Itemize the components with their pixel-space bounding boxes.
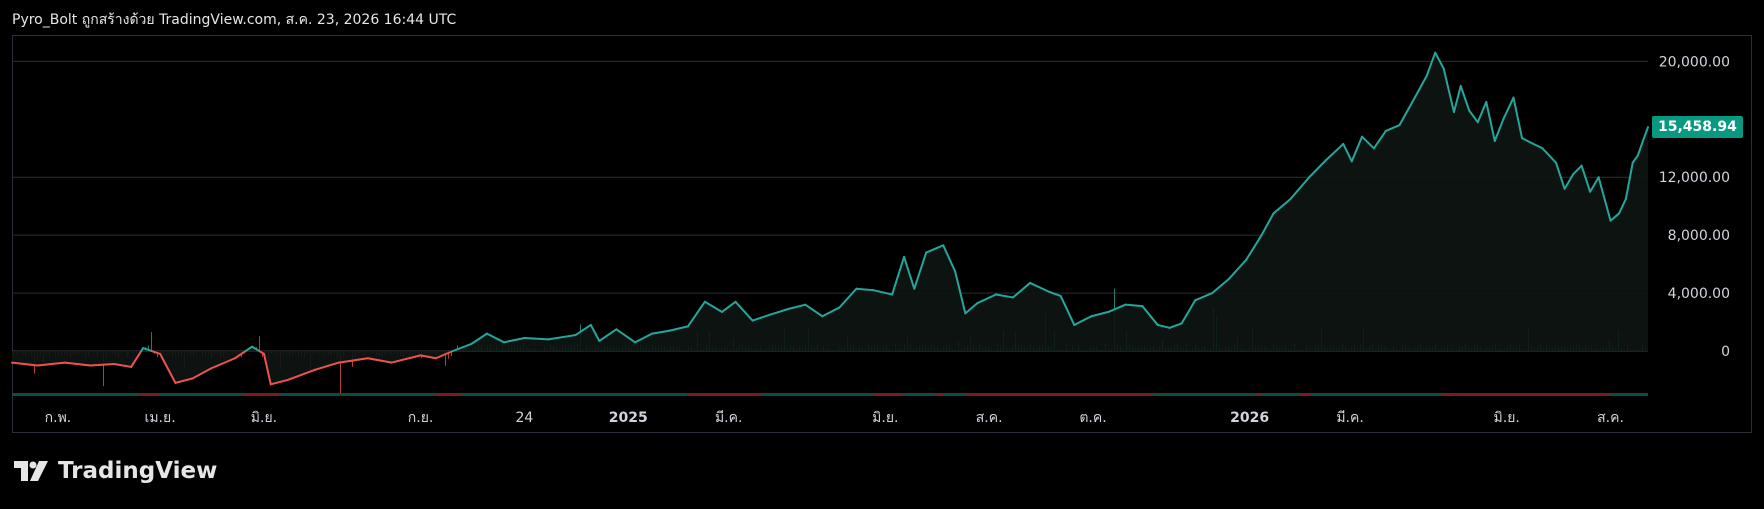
trend-band-segment bbox=[904, 393, 935, 396]
tradingview-logo-text: TradingView bbox=[58, 458, 218, 484]
x-tick-label: มี.ค. bbox=[715, 410, 743, 426]
trend-band-segment bbox=[461, 393, 688, 396]
x-tick-label: ต.ค. bbox=[1079, 410, 1106, 426]
price-chart[interactable]: 0 4,000.00 8,000.00 12,000.00 20,000.00 ก.พ.… bbox=[0, 0, 1764, 509]
trend-band-segment bbox=[761, 393, 874, 396]
trend-band-segment bbox=[139, 393, 161, 396]
trend-band-segment bbox=[687, 393, 762, 396]
trend-band-segment bbox=[965, 393, 1153, 396]
x-tick-label: 2025 bbox=[609, 410, 648, 426]
trend-band-segment bbox=[1152, 393, 1257, 396]
x-tick-label: เม.ย. bbox=[145, 410, 176, 426]
trend-band-segment bbox=[160, 393, 244, 396]
trend-band-segment bbox=[1610, 393, 1648, 396]
volume-bar bbox=[259, 336, 260, 351]
x-tick-label: 2026 bbox=[1230, 410, 1269, 426]
y-axis: 0 4,000.00 8,000.00 12,000.00 20,000.00 bbox=[1659, 54, 1730, 360]
y-tick-label: 12,000.00 bbox=[1659, 170, 1730, 186]
y-tick-label: 20,000.00 bbox=[1659, 54, 1730, 70]
tradingview-logo[interactable]: TradingView bbox=[14, 455, 217, 487]
x-tick-label: มิ.ย. bbox=[251, 410, 277, 426]
x-tick-label: ก.พ. bbox=[45, 410, 72, 426]
x-tick-label: ส.ค. bbox=[1597, 410, 1624, 426]
trend-band-segment bbox=[1442, 393, 1611, 396]
tradingview-logo-icon bbox=[14, 461, 48, 481]
trend-band bbox=[12, 393, 1648, 396]
x-axis: ก.พ. เม.ย. มิ.ย. ก.ย. 24 2025 มี.ค. มิ.ย. ส.ค. ต.… bbox=[45, 410, 1624, 426]
price-series bbox=[11, 51, 1649, 386]
trend-band-segment bbox=[279, 393, 436, 396]
x-tick-label: ส.ค. bbox=[976, 410, 1003, 426]
price-area bbox=[12, 52, 1648, 385]
x-tick-label: ก.ย. bbox=[408, 410, 434, 426]
y-tick-label: 8,000.00 bbox=[1668, 228, 1730, 244]
trend-band-segment bbox=[1256, 393, 1262, 396]
x-tick-label: มิ.ย. bbox=[872, 410, 898, 426]
trend-band-segment bbox=[934, 393, 944, 396]
y-tick-label: 4,000.00 bbox=[1668, 286, 1730, 302]
last-price-badge: 15,458.94 bbox=[1652, 116, 1743, 139]
trend-band-segment bbox=[1310, 393, 1443, 396]
x-tick-label: 24 bbox=[516, 410, 534, 426]
x-tick-label: มี.ค. bbox=[1336, 410, 1364, 426]
trend-band-segment bbox=[243, 393, 280, 396]
trend-band-segment bbox=[1261, 393, 1300, 396]
x-tick-label: มิ.ย. bbox=[1494, 410, 1520, 426]
trend-band-segment bbox=[873, 393, 905, 396]
trend-band-segment bbox=[435, 393, 462, 396]
trend-band-segment bbox=[12, 393, 140, 396]
trend-band-segment bbox=[943, 393, 966, 396]
y-tick-label: 0 bbox=[1721, 344, 1730, 360]
volume-bar bbox=[151, 332, 152, 351]
trend-band-segment bbox=[1299, 393, 1311, 396]
